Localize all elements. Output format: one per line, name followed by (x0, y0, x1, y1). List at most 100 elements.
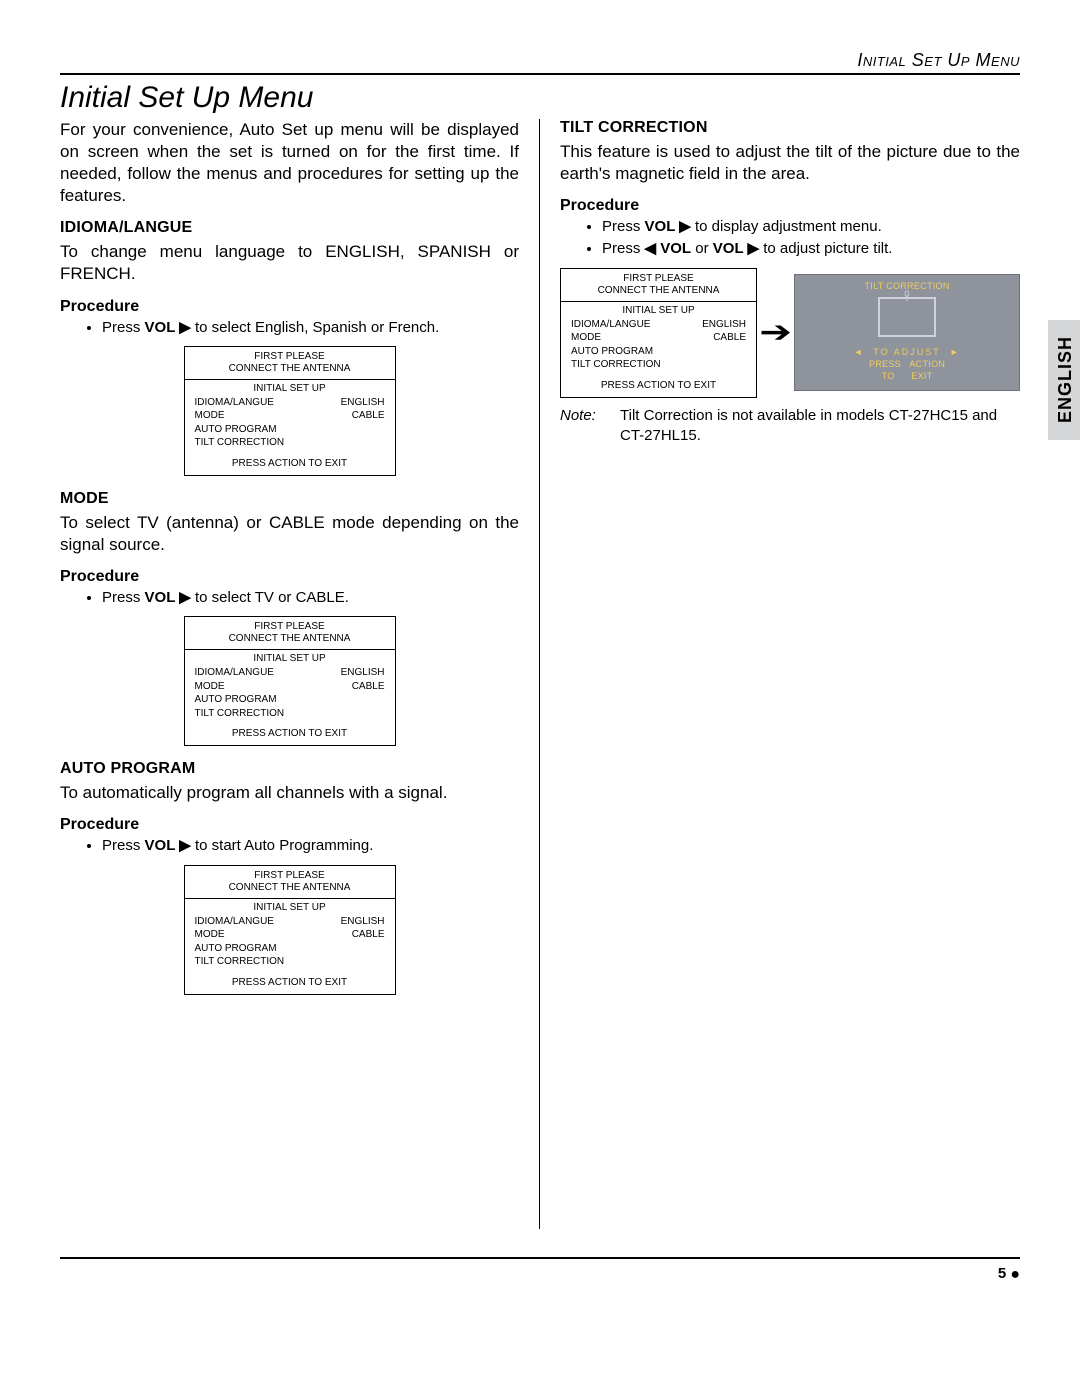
tv-menu-row: AUTO PROGRAM (195, 693, 385, 707)
vol-label: VOL (645, 218, 676, 235)
right-arrow-icon: ▶ (179, 589, 191, 606)
vol-label: VOL (145, 837, 176, 854)
tv-menu-cell: TILT CORRECTION (195, 955, 285, 969)
tv-menu-top-line: FIRST PLEASE (191, 621, 389, 633)
procedure-item: Press VOL ▶ to start Auto Programming. (102, 836, 519, 856)
tv-menu-cell: ENGLISH (341, 915, 385, 929)
language-side-tab: ENGLISH (1048, 320, 1080, 440)
tilt-tick-icon (907, 295, 908, 301)
tv-menu-row: AUTO PROGRAM (195, 423, 385, 437)
tv-menu-header: FIRST PLEASE CONNECT THE ANTENNA (185, 617, 395, 650)
right-arrow-icon: ▶ (179, 837, 191, 854)
text: to select TV or CABLE. (191, 589, 349, 606)
tv-menu-subtitle: INITIAL SET UP (185, 380, 395, 394)
note-label: Note: (560, 406, 620, 447)
tv-menu-footer: PRESS ACTION TO EXIT (185, 720, 395, 745)
text: TO ADJUST (873, 347, 940, 357)
tv-menu-row: MODE CABLE (195, 680, 385, 694)
text: EXIT (911, 371, 932, 381)
right-column: TILT CORRECTION This feature is used to … (540, 119, 1020, 1229)
left-arrow-icon: ◄ (853, 347, 864, 357)
procedure-list-mode: Press VOL ▶ to select TV or CABLE. (60, 588, 519, 608)
text: ACTION (909, 359, 945, 369)
section-heading-auto: AUTO PROGRAM (60, 760, 519, 778)
procedure-item: Press VOL ▶ to display adjustment menu. (602, 217, 1020, 237)
tv-menu-cell: AUTO PROGRAM (195, 423, 277, 437)
tv-menu-cell: IDIOMA/LANGUE (195, 915, 274, 929)
tilt-exit-line: TO EXIT (795, 371, 1019, 383)
text: to select English, Spanish or French. (191, 319, 439, 336)
text: Press (102, 319, 145, 336)
tv-menu-row: IDIOMA/LANGUE ENGLISH (195, 666, 385, 680)
tv-menu-row: AUTO PROGRAM (571, 345, 746, 359)
vol-label: VOL (145, 589, 176, 606)
tv-menu-diagram: FIRST PLEASE CONNECT THE ANTENNA INITIAL… (184, 616, 396, 746)
tv-menu-subtitle: INITIAL SET UP (185, 899, 395, 913)
tilt-adjust-line: ◄ TO ADJUST ► (795, 347, 1019, 359)
text: Press (102, 837, 145, 854)
note-text: Tilt Correction is not available in mode… (620, 406, 1020, 447)
columns: For your convenience, Auto Set up menu w… (60, 119, 1020, 1229)
tv-menu-row: MODECABLE (571, 331, 746, 345)
bottom-rule (60, 1257, 1020, 1259)
procedure-list-auto: Press VOL ▶ to start Auto Programming. (60, 836, 519, 856)
section-body-mode: To select TV (antenna) or CABLE mode dep… (60, 512, 519, 556)
tv-menu-header: FIRST PLEASE CONNECT THE ANTENNA (185, 866, 395, 899)
text: to adjust picture tilt. (759, 240, 892, 257)
text: Press (102, 589, 145, 606)
tv-menu-cell: TILT CORRECTION (195, 436, 285, 450)
tv-menu-cell: MODE (195, 680, 225, 694)
right-arrow-icon: ▶ (748, 240, 760, 257)
tv-menu-cell: AUTO PROGRAM (571, 345, 653, 359)
big-right-arrow-icon: ➔ (759, 318, 792, 348)
tv-menu-row: IDIOMA/LANGUEENGLISH (571, 318, 746, 332)
tv-menu-row: IDIOMA/LANGUE ENGLISH (195, 396, 385, 410)
note: Note: Tilt Correction is not available i… (560, 406, 1020, 447)
vol-label: VOL (145, 319, 176, 336)
vol-label: VOL (713, 240, 744, 257)
vol-label: VOL (660, 240, 691, 257)
procedure-heading-auto: Procedure (60, 816, 519, 834)
tv-menu-header: FIRST PLEASE CONNECT THE ANTENNA (185, 347, 395, 380)
tv-menu-row: AUTO PROGRAM (195, 942, 385, 956)
section-body-tilt: This feature is used to adjust the tilt … (560, 141, 1020, 185)
tv-menu-cell: CABLE (352, 680, 385, 694)
tv-menu-top-line: CONNECT THE ANTENNA (191, 633, 389, 645)
text: Press (602, 218, 645, 235)
page-title: Initial Set Up Menu (60, 81, 1020, 115)
right-arrow-icon: ▶ (679, 218, 691, 235)
section-heading-tilt: TILT CORRECTION (560, 119, 1020, 137)
tv-menu-cell: TILT CORRECTION (195, 707, 285, 721)
tilt-figure: FIRST PLEASE CONNECT THE ANTENNA INITIAL… (560, 268, 1020, 398)
tv-menu-rows: IDIOMA/LANGUEENGLISH MODECABLE AUTO PROG… (185, 913, 395, 969)
right-arrow-icon: ► (950, 347, 961, 357)
text: or (691, 240, 713, 257)
tv-menu-cell: CABLE (713, 331, 746, 345)
tv-menu-cell: IDIOMA/LANGUE (195, 396, 274, 410)
section-body-auto: To automatically program all channels wi… (60, 782, 519, 804)
tv-menu-cell: MODE (195, 409, 225, 423)
tv-menu-cell: ENGLISH (341, 396, 385, 410)
tv-menu-cell: TILT CORRECTION (571, 358, 661, 372)
tv-menu-rows: IDIOMA/LANGUEENGLISH MODECABLE AUTO PROG… (561, 316, 756, 372)
procedure-item: Press VOL ▶ to select English, Spanish o… (102, 318, 519, 338)
procedure-list-idioma: Press VOL ▶ to select English, Spanish o… (60, 318, 519, 338)
tv-menu-cell: ENGLISH (341, 666, 385, 680)
page-footer: 5 ● (60, 1265, 1020, 1284)
section-heading-mode: MODE (60, 490, 519, 508)
tv-menu-cell: CABLE (352, 928, 385, 942)
procedure-heading-idioma: Procedure (60, 298, 519, 316)
tv-menu-row: TILT CORRECTION (571, 358, 746, 372)
text: to start Auto Programming. (191, 837, 374, 854)
tv-menu-cell: CABLE (352, 409, 385, 423)
intro-paragraph: For your convenience, Auto Set up menu w… (60, 119, 519, 207)
text: TO (882, 371, 895, 381)
tv-menu-top-line: CONNECT THE ANTENNA (191, 882, 389, 894)
tv-menu-cell: IDIOMA/LANGUE (195, 666, 274, 680)
tv-menu-header: FIRST PLEASE CONNECT THE ANTENNA (561, 269, 756, 302)
running-head: Initial Set Up Menu (60, 50, 1020, 71)
text: Press (602, 240, 645, 257)
tv-menu-top-line: CONNECT THE ANTENNA (191, 363, 389, 375)
procedure-heading-mode: Procedure (60, 568, 519, 586)
left-column: For your convenience, Auto Set up menu w… (60, 119, 540, 1229)
